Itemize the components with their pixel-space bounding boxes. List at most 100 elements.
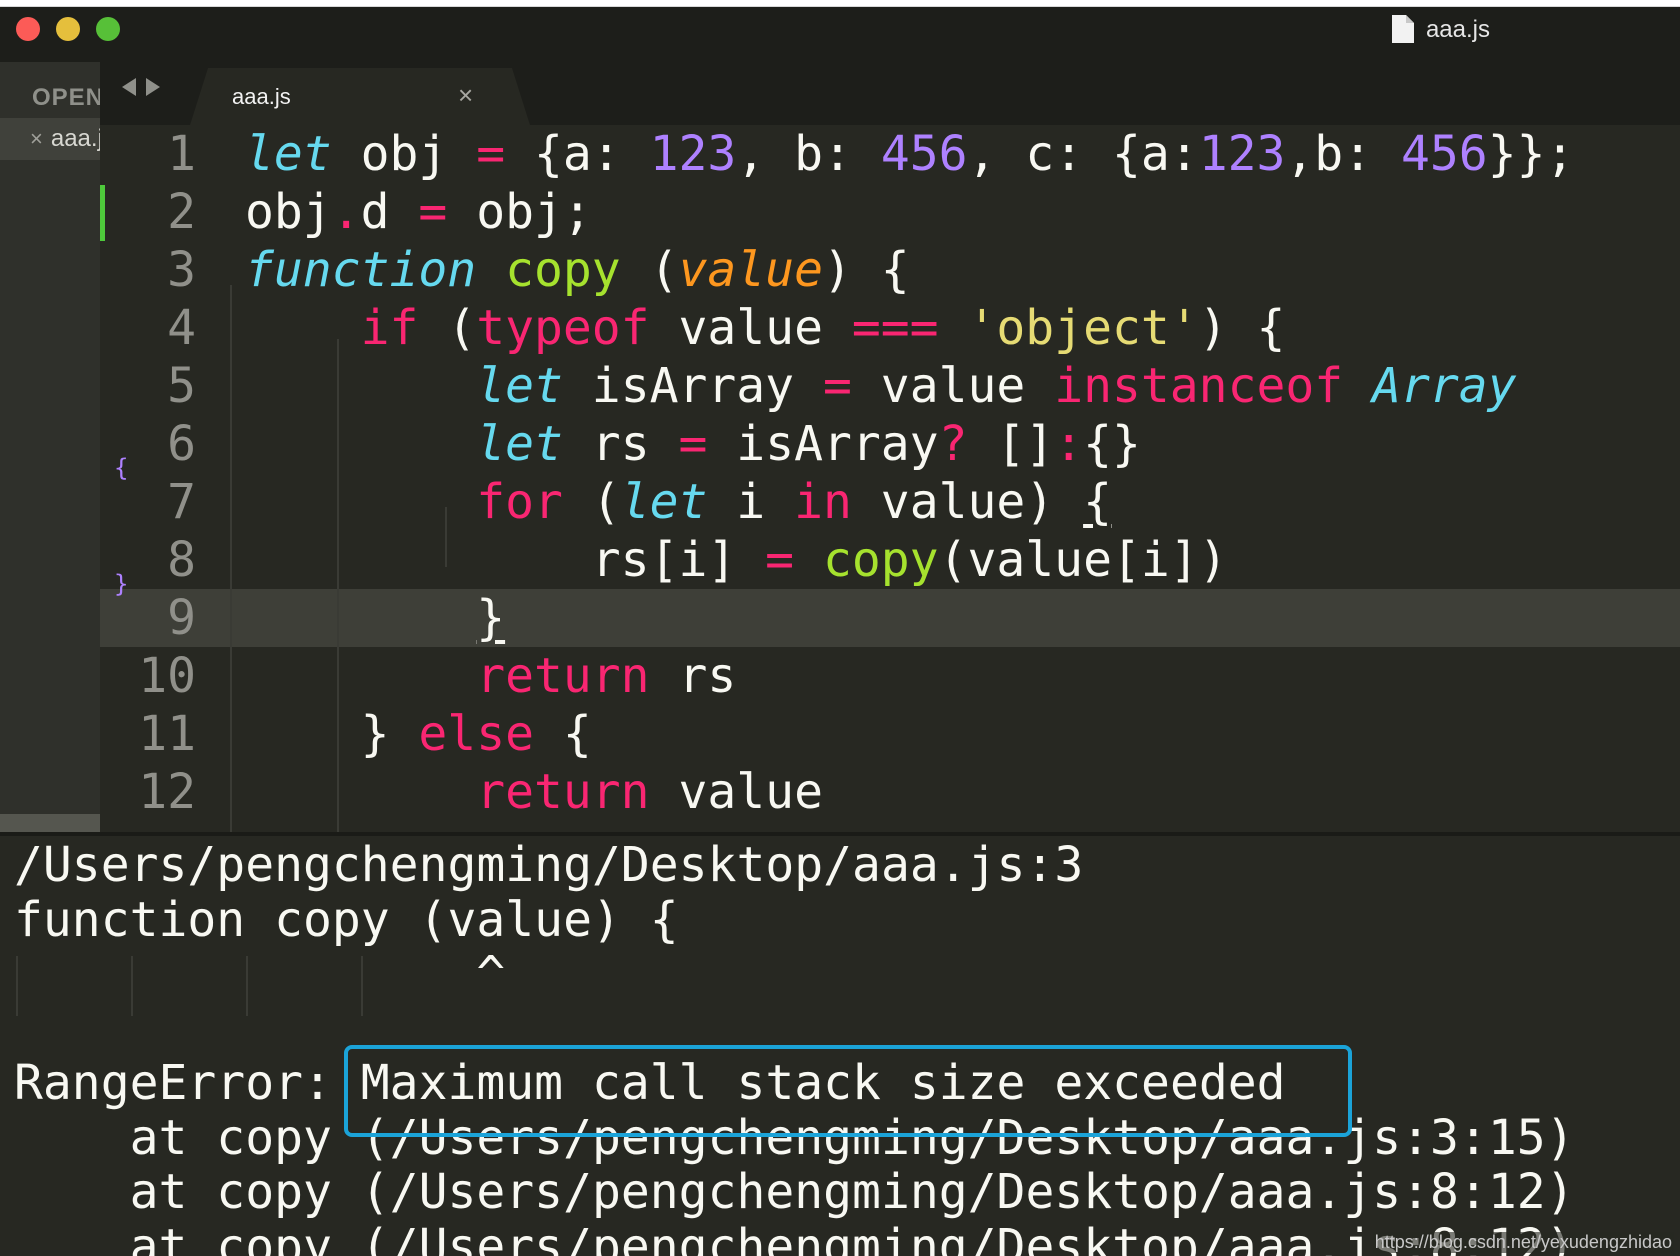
- code-token: (: [620, 242, 679, 298]
- code-token: =: [678, 416, 708, 472]
- close-icon[interactable]: ×: [458, 80, 473, 111]
- code-token: , c: {a:: [967, 126, 1199, 182]
- code-token: 456: [1401, 126, 1488, 182]
- close-icon[interactable]: ×: [30, 126, 43, 152]
- code-text: function copy (value) {: [245, 241, 910, 299]
- indent-guide: [16, 956, 18, 1016]
- editor-window: aaa.js OPEN FILES × aaa.js aaa.js × 1 let…: [0, 6, 1680, 1256]
- code-token: rs: [649, 648, 737, 704]
- code-token: , b:: [736, 126, 881, 182]
- indent-guide: [361, 956, 363, 1016]
- code-token: typeof: [476, 300, 650, 356]
- code-token: =: [822, 358, 852, 414]
- indent-guide: [230, 285, 232, 832]
- code-token: value: [678, 242, 823, 298]
- indent-guide: [246, 956, 248, 1016]
- output-line: /Users/pengchengming/Desktop/aaa.js:3: [14, 837, 1084, 893]
- code-token: function: [245, 242, 477, 298]
- fold-close-icon[interactable]: }: [114, 555, 128, 613]
- arrow-right-icon[interactable]: [146, 78, 160, 96]
- arrow-left-icon[interactable]: [122, 78, 136, 96]
- code-token: return: [476, 764, 650, 820]
- code-token: (: [418, 300, 477, 356]
- code-token: ?: [938, 416, 968, 472]
- code-token: =: [418, 184, 448, 240]
- fold-open-icon[interactable]: {: [114, 439, 128, 497]
- line-number: 10: [138, 648, 196, 704]
- code-token: for: [476, 474, 563, 530]
- line-number: 2: [167, 184, 196, 240]
- line-number: 4: [167, 300, 196, 356]
- code-text: rs[i] = copy(value[i]): [245, 531, 1228, 589]
- code-token: instanceof: [1054, 358, 1344, 414]
- code-token: ===: [851, 300, 939, 356]
- code-token: d: [360, 184, 419, 240]
- code-token: copy: [505, 242, 621, 298]
- code-token: copy: [822, 532, 939, 588]
- code-line[interactable]: 1 let obj = {a: 123, b: 456, c: {a:123,b:…: [100, 125, 1680, 183]
- document-icon: [1391, 15, 1414, 45]
- code-token: []: [967, 416, 1055, 472]
- code-token: }: [476, 590, 506, 646]
- open-files-heading: OPEN FILES: [32, 84, 102, 111]
- sidebar-file-label: aaa.js: [50, 125, 100, 152]
- code-text: } else {: [245, 705, 592, 763]
- indent-guide: [131, 956, 133, 1016]
- code-token: {}: [1083, 416, 1141, 472]
- window-minimize-button[interactable]: [56, 17, 80, 41]
- code-token: ,b:: [1285, 126, 1401, 182]
- code-token: {: [533, 706, 592, 762]
- line-number: 3: [167, 242, 196, 298]
- sidebar-open-file[interactable]: × aaa.js: [0, 118, 100, 160]
- output-line: at copy (/Users/pengchengming/Desktop/aa…: [14, 1218, 1575, 1256]
- tab-aaa-js[interactable]: aaa.js ×: [190, 68, 530, 125]
- code-token: {a:: [505, 126, 650, 182]
- code-token: }: [245, 706, 419, 762]
- tab-label: aaa.js: [232, 84, 291, 109]
- code-token: ) {: [1198, 300, 1286, 356]
- code-token: isArray: [562, 358, 823, 414]
- code-line[interactable]: 3 function copy (value) {: [100, 241, 1680, 299]
- sidebar: OPEN FILES × aaa.js: [0, 62, 102, 832]
- window-close-button[interactable]: [16, 17, 40, 41]
- sidebar-scrollbar[interactable]: [0, 814, 100, 832]
- indent-guide: [337, 339, 339, 832]
- code-line[interactable]: 2 obj.d = obj;: [100, 183, 1680, 241]
- code-token: let: [620, 474, 708, 530]
- tab-navigation: [122, 78, 160, 96]
- code-token: i: [707, 474, 795, 530]
- modified-line-marker: [100, 185, 105, 241]
- code-token: rs: [562, 416, 679, 472]
- code-text: return value: [245, 763, 823, 821]
- code-token: 123: [1198, 126, 1286, 182]
- code-token: {: [1083, 474, 1112, 530]
- code-token: obj: [331, 126, 477, 182]
- code-text: obj.d = obj;: [245, 183, 592, 241]
- tab-bar: aaa.js ×: [100, 62, 1680, 125]
- window-title: aaa.js: [1425, 16, 1490, 43]
- code-editor[interactable]: 1 let obj = {a: 123, b: 456, c: {a:123,b:…: [100, 125, 1680, 832]
- output-line: ^: [14, 946, 506, 1002]
- code-token: isArray: [707, 416, 939, 472]
- code-token: }};: [1487, 126, 1575, 182]
- output-line: at copy (/Users/pengchengming/Desktop/aa…: [14, 1164, 1575, 1220]
- code-token: value: [649, 764, 823, 820]
- code-text: return rs: [245, 647, 736, 705]
- code-token: (: [562, 474, 621, 530]
- window-maximize-button[interactable]: [96, 17, 120, 41]
- code-token: value: [851, 358, 1055, 414]
- code-token: =: [765, 532, 795, 588]
- indent-guide: [445, 507, 447, 567]
- line-number: 11: [138, 706, 196, 762]
- window-title-group: aaa.js: [1391, 13, 1490, 47]
